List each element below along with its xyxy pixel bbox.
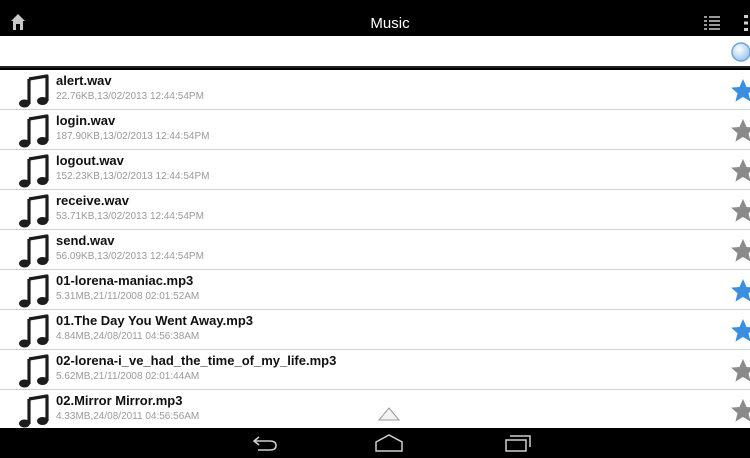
music-note-icon xyxy=(19,74,49,108)
file-row[interactable]: 02-lorena-i_ve_had_the_time_of_my_life.m… xyxy=(0,350,750,390)
file-name: 01.The Day You Went Away.mp3 xyxy=(56,313,253,328)
file-row[interactable]: send.wav 56.09KB,13/02/2013 12:44:54PM xyxy=(0,230,750,270)
favorite-star-icon[interactable] xyxy=(730,318,750,344)
file-meta: 56.09KB,13/02/2013 12:44:54PM xyxy=(56,251,204,262)
favorite-star-icon[interactable] xyxy=(730,198,750,224)
favorite-star-icon[interactable] xyxy=(730,118,750,144)
file-row[interactable]: 01.The Day You Went Away.mp3 4.84MB,24/0… xyxy=(0,310,750,350)
page-title: Music xyxy=(370,15,410,32)
music-note-icon xyxy=(19,394,49,428)
file-meta: 5.31MB,21/11/2008 02:01:52AM xyxy=(56,291,200,302)
music-note-icon xyxy=(19,314,49,348)
file-list: alert.wav 22.76KB,13/02/2013 12:44:54PM … xyxy=(0,70,750,428)
file-name: receive.wav xyxy=(56,193,130,208)
search-input[interactable] xyxy=(4,40,724,62)
music-note-icon xyxy=(19,234,49,268)
file-meta: 4.84MB,24/08/2011 04:56:38AM xyxy=(56,331,200,342)
home-nav-icon[interactable] xyxy=(374,434,404,452)
file-row[interactable]: receive.wav 53.71KB,13/02/2013 12:44:54P… xyxy=(0,190,750,230)
file-meta: 22.76KB,13/02/2013 12:44:54PM xyxy=(56,91,204,102)
file-name: alert.wav xyxy=(56,73,112,88)
file-row[interactable]: 02.Mirror Mirror.mp3 4.33MB,24/08/2011 0… xyxy=(0,390,750,428)
recent-apps-icon[interactable] xyxy=(503,434,533,452)
music-note-icon xyxy=(19,154,49,188)
music-note-icon xyxy=(19,114,49,148)
title-bar: Music xyxy=(0,10,750,36)
file-row[interactable]: 01-lorena-maniac.mp3 5.31MB,21/11/2008 0… xyxy=(0,270,750,310)
favorite-star-icon[interactable] xyxy=(730,238,750,264)
system-nav-bar xyxy=(0,428,750,458)
favorite-star-icon[interactable] xyxy=(730,278,750,304)
file-meta: 187.90KB,13/02/2013 12:44:54PM xyxy=(56,131,210,142)
file-meta: 5.62MB,21/11/2008 02:01:44AM xyxy=(56,371,200,382)
list-view-icon[interactable] xyxy=(704,15,720,31)
search-icon[interactable] xyxy=(730,40,750,64)
overflow-menu-icon[interactable] xyxy=(744,14,750,32)
file-meta: 53.71KB,13/02/2013 12:44:54PM xyxy=(56,211,204,222)
file-name: 02.Mirror Mirror.mp3 xyxy=(56,393,183,408)
file-meta: 4.33MB,24/08/2011 04:56:56AM xyxy=(56,411,200,422)
scroll-up-icon[interactable] xyxy=(378,407,400,421)
search-bar xyxy=(0,36,750,68)
file-name: 01-lorena-maniac.mp3 xyxy=(56,273,194,288)
file-meta: 152.23KB,13/02/2013 12:44:54PM xyxy=(56,171,210,182)
music-note-icon xyxy=(19,194,49,228)
favorite-star-icon[interactable] xyxy=(730,398,750,424)
file-name: send.wav xyxy=(56,233,115,248)
file-name: logout.wav xyxy=(56,153,124,168)
file-row[interactable]: alert.wav 22.76KB,13/02/2013 12:44:54PM xyxy=(0,70,750,110)
music-note-icon xyxy=(19,274,49,308)
favorite-star-icon[interactable] xyxy=(730,358,750,384)
file-row[interactable]: login.wav 187.90KB,13/02/2013 12:44:54PM xyxy=(0,110,750,150)
file-name: 02-lorena-i_ve_had_the_time_of_my_life.m… xyxy=(56,353,337,368)
favorite-star-icon[interactable] xyxy=(730,78,750,104)
back-icon[interactable] xyxy=(250,434,280,452)
music-note-icon xyxy=(19,354,49,388)
file-name: login.wav xyxy=(56,113,116,128)
favorite-star-icon[interactable] xyxy=(730,158,750,184)
file-row[interactable]: logout.wav 152.23KB,13/02/2013 12:44:54P… xyxy=(0,150,750,190)
